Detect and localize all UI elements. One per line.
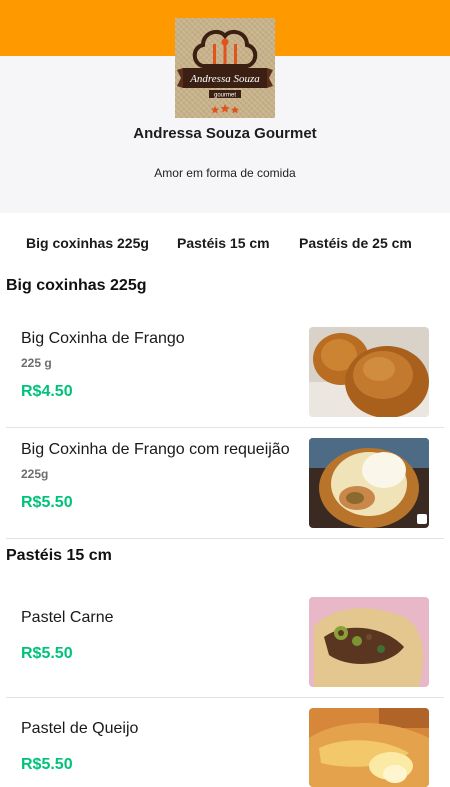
tab-big-coxinhas[interactable]: Big coxinhas 225g (26, 235, 149, 251)
item-divider (6, 538, 444, 539)
fried-coxinha-photo (309, 327, 429, 417)
menu-item[interactable]: Pastel Carne R$5.50 (6, 587, 444, 697)
menu-item[interactable]: Big Coxinha de Frango com requeijão 225g… (6, 428, 444, 538)
item-price: R$5.50 (21, 756, 73, 773)
item-price: R$4.50 (21, 383, 73, 400)
item-price: R$5.50 (21, 494, 73, 511)
item-description: 225g (21, 467, 49, 481)
tab-pasteis-25cm[interactable]: Pastéis de 25 cm (299, 235, 412, 251)
store-logo: Andressa Souza gourmet (175, 18, 275, 118)
chef-hat-logo-icon: Andressa Souza gourmet (177, 29, 273, 114)
item-name: Pastel de Queijo (21, 720, 139, 737)
section-title-big-coxinhas: Big coxinhas 225g (6, 277, 147, 294)
menu-item[interactable]: Pastel de Queijo R$5.50 (6, 698, 444, 787)
logo-text: Andressa Souza (189, 73, 260, 85)
item-name: Pastel Carne (21, 609, 114, 626)
category-nav: Big coxinhas 225g Pastéis 15 cm Pastéis … (0, 213, 450, 271)
item-name: Big Coxinha de Frango (21, 330, 185, 347)
item-price: R$5.50 (21, 645, 73, 662)
item-description: 225 g (21, 356, 52, 370)
store-name: Andressa Souza Gourmet (133, 125, 317, 142)
cheese-pastel-photo (309, 708, 429, 787)
tab-pasteis-15cm[interactable]: Pastéis 15 cm (177, 235, 270, 251)
logo-subtext: gourmet (214, 93, 236, 99)
menu-item[interactable]: Big Coxinha de Frango 225 g R$4.50 (6, 317, 444, 427)
store-tagline: Amor em forma de comida (154, 166, 296, 180)
section-title-pasteis-15cm: Pastéis 15 cm (6, 547, 112, 564)
item-name: Big Coxinha de Frango com requeijão (21, 441, 290, 458)
meat-pastel-photo (309, 597, 429, 687)
cut-coxinha-photo (309, 438, 429, 528)
